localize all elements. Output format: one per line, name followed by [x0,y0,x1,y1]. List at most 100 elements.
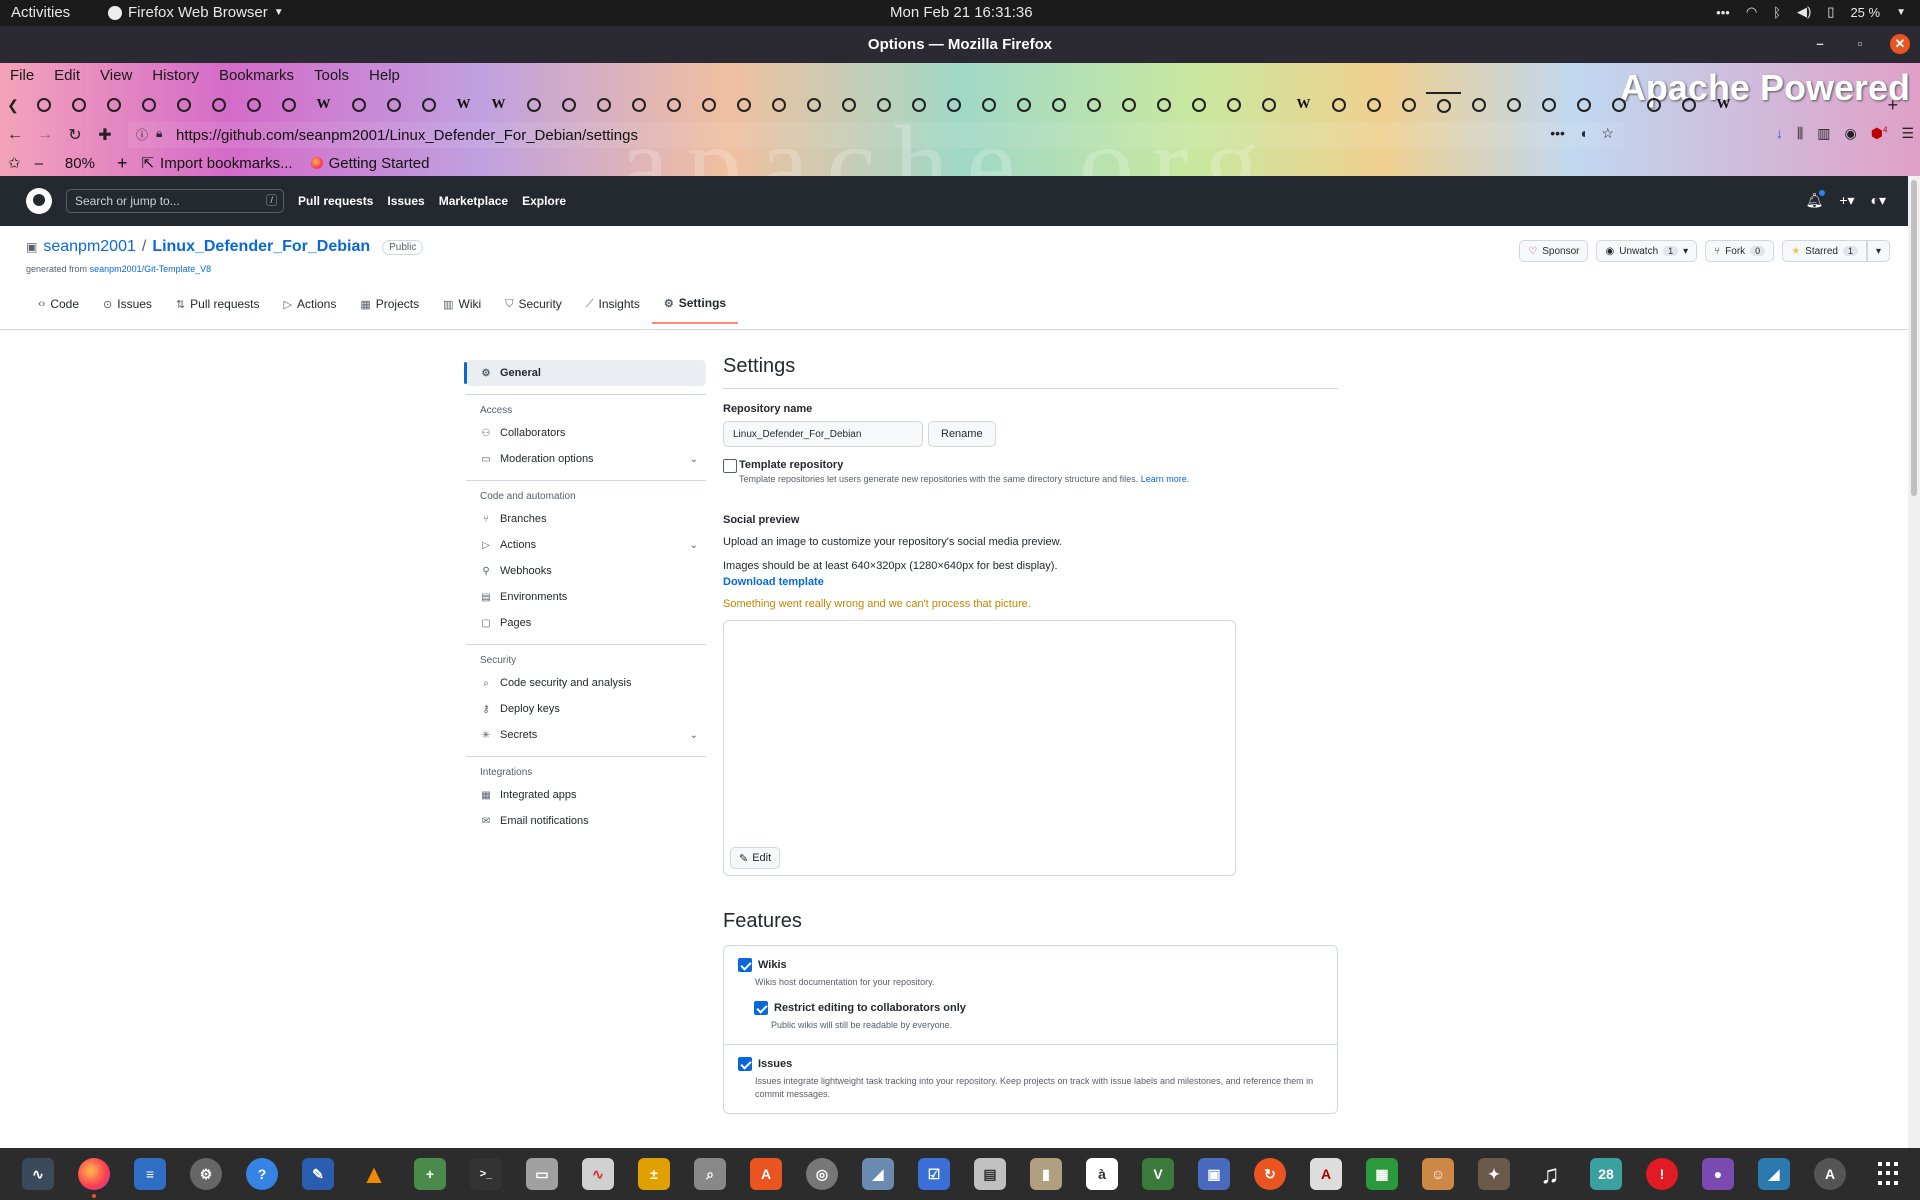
zoom-in-icon[interactable]: + [117,153,128,174]
clock[interactable]: Mon Feb 21 16:31:36 [890,4,1033,21]
tab-security[interactable]: ⛉ Security [493,290,574,324]
dock-text-editor[interactable]: ≡ [122,1148,178,1200]
browser-tab[interactable] [831,98,866,112]
download-icon[interactable]: ↓ [1776,125,1783,142]
nav-issues[interactable]: Issues [387,194,424,208]
dock-calculator[interactable]: ± [626,1148,682,1200]
menu-edit[interactable]: Edit [44,63,90,91]
browser-tab[interactable] [96,98,131,112]
dock-scanner[interactable]: ◢ [850,1148,906,1200]
browser-tab[interactable] [61,98,96,112]
dock-package[interactable]: + [402,1148,458,1200]
dock-notes[interactable]: ✎ [290,1148,346,1200]
browser-tab[interactable] [26,98,61,112]
sidebar-item-deploy-keys[interactable]: ⚷ Deploy keys [466,696,706,722]
tab-projects[interactable]: ▦ Projects [348,290,431,324]
account-icon[interactable]: ◉ [1845,125,1857,142]
menu-file[interactable]: File [0,63,44,91]
browser-tab[interactable] [411,98,446,112]
avatar[interactable]: ◐▾ [1871,192,1886,209]
unwatch-button[interactable]: ◉ Unwatch 1 ▾ [1596,240,1698,262]
browser-tab[interactable] [1321,98,1356,112]
tab-settings[interactable]: ⚙ Settings [651,290,739,324]
dock-characters[interactable]: à [1074,1148,1130,1200]
battery-icon[interactable]: ▯ [1827,4,1834,20]
browser-tab[interactable] [551,98,586,112]
dock-gimp[interactable]: ✦ [1466,1148,1522,1200]
repo-name-input[interactable] [723,421,923,447]
back-icon[interactable]: ← [0,126,30,144]
notification-bell-icon[interactable]: 🔔︎ [1806,190,1826,209]
zoom-level[interactable]: 80% [65,155,95,172]
browser-tab[interactable] [761,98,796,112]
browser-tab[interactable] [656,98,691,112]
menu-help[interactable]: Help [359,63,410,91]
restrict-editing-checkbox[interactable] [754,1001,768,1015]
bookmark-import[interactable]: ⇱ Import bookmarks... [141,154,292,173]
library-icon[interactable]: ⫼ [1797,125,1803,142]
browser-tab[interactable]: W [446,97,481,113]
browser-tab[interactable] [691,98,726,112]
extensions-icon[interactable]: ✚ [90,125,120,145]
browser-tab[interactable] [726,98,761,112]
nav-explore[interactable]: Explore [522,194,566,208]
nav-pull-requests[interactable]: Pull requests [298,194,373,208]
sidebar-item-moderation[interactable]: ▭ Moderation options ⌄ [466,446,706,472]
url-text[interactable]: https://github.com/seanpm2001/Linux_Defe… [176,127,638,144]
forward-icon[interactable]: → [30,126,60,144]
dock-game[interactable]: ☺ [1410,1148,1466,1200]
tab-scroll-left-icon[interactable]: ❮ [0,97,26,114]
browser-tab[interactable]: W [306,97,341,113]
repo-name-link[interactable]: Linux_Defender_For_Debian [152,238,370,256]
github-logo-icon[interactable] [26,188,52,214]
fork-button[interactable]: ⑂ Fork 0 [1705,240,1775,262]
dock-calendar[interactable]: 28 [1578,1148,1634,1200]
dock-reader[interactable]: ▤ [962,1148,1018,1200]
system-tray[interactable]: ••• ◠ ᛒ ◀) ▯ 25 % ▼ [1716,4,1906,20]
browser-tab[interactable] [1216,98,1251,112]
sidebar-item-email-notifications[interactable]: ✉ Email notifications [466,808,706,834]
page-actions-icon[interactable]: ••• [1550,125,1565,142]
browser-tab[interactable]: W [1706,97,1741,113]
browser-tab[interactable] [621,98,656,112]
template-repo-checkbox[interactable] [723,459,737,473]
sidebar-item-code-security[interactable]: ⌕ Code security and analysis [466,670,706,696]
bookmark-star-icon[interactable]: ☆ [1601,125,1614,142]
browser-tab[interactable] [1636,98,1671,112]
nav-marketplace[interactable]: Marketplace [439,194,508,208]
browser-tab[interactable] [1461,98,1496,112]
more-icon[interactable]: ••• [1716,5,1730,20]
power-menu-icon[interactable]: ▼ [1896,7,1906,18]
edit-preview-button[interactable]: ✎ Edit [730,847,781,869]
tab-actions[interactable]: ▷ Actions [272,290,349,324]
browser-tab[interactable] [166,98,201,112]
repo-owner-link[interactable]: seanpm2001 [43,238,136,256]
bluetooth-icon[interactable]: ᛒ [1773,5,1781,20]
dock-fonts[interactable]: A [1298,1148,1354,1200]
dock-image-viewer[interactable]: ⌕ [682,1148,738,1200]
site-info-icon[interactable]: ⓘ [136,126,148,143]
dock-disks[interactable]: ◎ [794,1148,850,1200]
browser-tab[interactable] [1006,98,1041,112]
dock-help[interactable]: ? [234,1148,290,1200]
url-bar[interactable]: ⓘ 🔒︎ https://github.com/seanpm2001/Linux… [128,122,1624,148]
sidebar-item-webhooks[interactable]: ⚲ Webhooks [466,558,706,584]
dock-alert[interactable]: ! [1634,1148,1690,1200]
browser-tab[interactable] [271,98,306,112]
maximize-icon[interactable]: ▫ [1850,34,1870,54]
browser-tab[interactable] [1566,98,1601,112]
browser-tab[interactable] [1041,98,1076,112]
sidebar-item-integrated-apps[interactable]: ▦ Integrated apps [466,782,706,808]
dock-media[interactable]: ● [1690,1148,1746,1200]
bookmark-manage-icon[interactable]: ✩ [8,154,21,172]
search-input[interactable]: Search or jump to... / [66,189,284,213]
browser-tab[interactable] [1181,98,1216,112]
browser-tab[interactable] [1146,98,1181,112]
dock-spreadsheet[interactable]: ▦ [1354,1148,1410,1200]
dock-music[interactable]: ♫ [1522,1148,1578,1200]
reload-icon[interactable]: ↻ [60,125,90,145]
scrollbar-thumb[interactable] [1911,180,1917,496]
browser-tab[interactable] [901,98,936,112]
sidebar-item-secrets[interactable]: ✳ Secrets ⌄ [466,722,706,748]
browser-tab[interactable] [796,98,831,112]
